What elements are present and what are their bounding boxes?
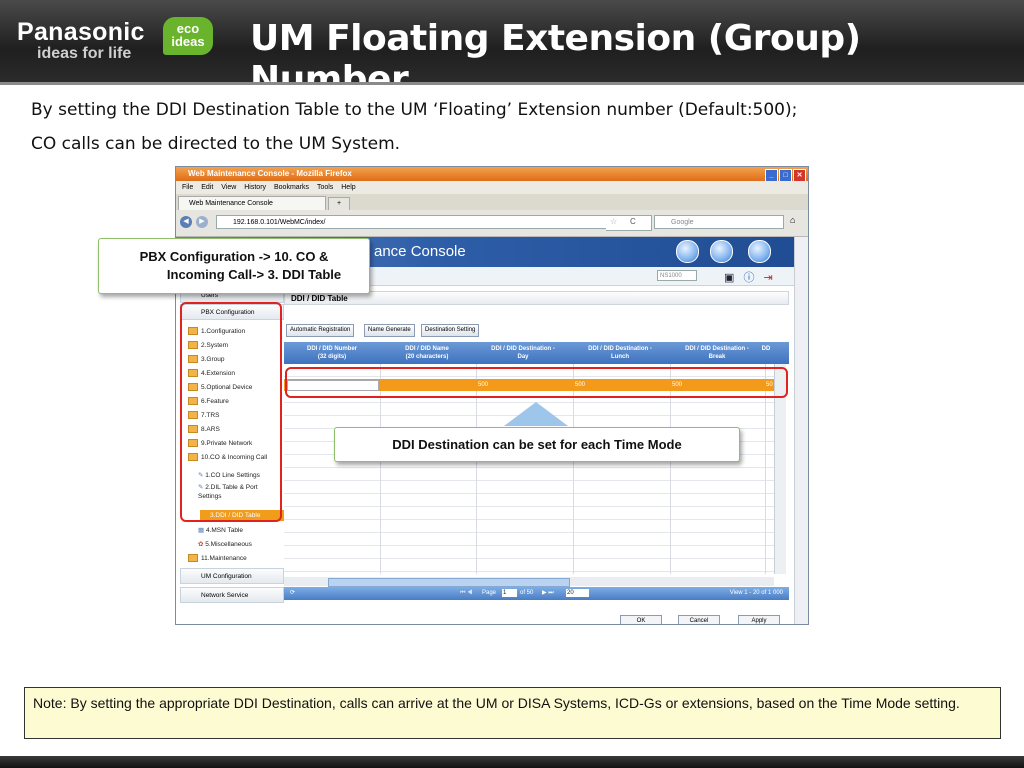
app-title: ance Console xyxy=(374,243,466,260)
next-page-icon[interactable]: ▶ ⏭ xyxy=(542,587,554,600)
sidebar-highlight xyxy=(180,302,282,522)
browser-menu-bar: File Edit View History Bookmarks Tools H… xyxy=(176,181,808,194)
column-subtitle: Break xyxy=(708,354,726,360)
column-title: DDI / DID Name xyxy=(405,346,449,352)
column-subtitle: (20 characters) xyxy=(405,354,449,360)
brand-tagline: ideas for life xyxy=(37,45,132,62)
slide-footer xyxy=(0,756,1024,768)
cancel-button[interactable]: Cancel xyxy=(678,615,720,624)
callout-line-2: Incoming Call-> 3. DDI Table xyxy=(166,267,342,282)
sidebar-network-service[interactable]: Network Service xyxy=(180,587,284,603)
url-bar[interactable]: 192.168.0.101/WebMC/index/ xyxy=(216,215,641,229)
sidebar-um-configuration[interactable]: UM Configuration xyxy=(180,568,284,584)
intro-line-2: CO calls can be directed to the UM Syste… xyxy=(31,134,401,154)
page-input[interactable]: 1 xyxy=(502,589,517,597)
column-subtitle: Lunch xyxy=(611,354,629,360)
sidebar-item-maintenance[interactable]: 11.Maintenance xyxy=(188,552,247,565)
table-icon: ▦ xyxy=(198,527,206,534)
column-title: DDI / DID Destination - xyxy=(588,346,652,352)
home-icon[interactable]: ⌂ xyxy=(790,215,795,225)
refresh-icon[interactable]: ⟳ xyxy=(290,587,295,600)
per-page-select[interactable]: 20 xyxy=(566,589,589,597)
home-circle-icon[interactable] xyxy=(676,240,699,263)
intro-line-1: By setting the DDI Destination Table to … xyxy=(31,100,798,120)
callout-line-1: PBX Configuration -> 10. CO & xyxy=(139,249,329,264)
pbx-path-callout: PBX Configuration -> 10. CO & Incoming C… xyxy=(98,238,370,294)
window-title: Web Maintenance Console - Mozilla Firefo… xyxy=(188,169,352,178)
up-arrow-icon xyxy=(504,402,568,426)
automatic-registration-button[interactable]: Automatic Registration xyxy=(286,324,355,337)
view-count: View 1 - 20 of 1 000 xyxy=(729,590,783,596)
column-title: DD xyxy=(761,346,771,352)
sidebar-item-label: 11.Maintenance xyxy=(201,555,247,562)
slide-title: UM Floating Extension (Group) Number xyxy=(250,18,861,100)
time-mode-callout: DDI Destination can be set for each Time… xyxy=(334,427,740,462)
scroll-thumb[interactable] xyxy=(328,578,570,587)
column-header[interactable]: DDI / DID Name (20 characters) xyxy=(382,345,472,361)
back-icon[interactable]: ◀ xyxy=(180,216,192,228)
eco-label: eco xyxy=(176,21,200,36)
save-icon[interactable]: ▣ xyxy=(724,272,734,284)
sidebar-sub-msn-table[interactable]: ▦ 4.MSN Table xyxy=(198,524,243,537)
table-horizontal-scrollbar[interactable] xyxy=(284,577,774,587)
ok-button[interactable]: OK xyxy=(620,615,662,624)
browser-title-bar: Web Maintenance Console - Mozilla Firefo… xyxy=(176,167,808,182)
column-header[interactable]: DDI / DID Number (32 digits) xyxy=(287,345,377,361)
page-total: of 50 xyxy=(520,590,534,596)
folder-icon xyxy=(188,554,198,563)
sidebar-sub-label: 4.MSN Table xyxy=(205,527,244,534)
column-header[interactable]: DDI / DID Destination - Day xyxy=(478,345,568,361)
star-icon[interactable]: ☆ xyxy=(610,217,617,226)
slide-header: Panasonic ideas for life eco ideas UM Fl… xyxy=(0,0,1024,100)
menu-view[interactable]: View xyxy=(221,184,236,191)
name-generate-button[interactable]: Name Generate xyxy=(364,324,415,337)
column-title: DDI / DID Number xyxy=(306,346,357,352)
new-tab-button[interactable]: + xyxy=(328,197,350,211)
reload-icon[interactable]: C xyxy=(630,217,636,226)
eco-ideas-logo: eco ideas xyxy=(163,17,213,55)
forward-icon[interactable]: ▶ xyxy=(196,216,208,228)
menu-tools[interactable]: Tools xyxy=(317,184,333,191)
menu-help[interactable]: Help xyxy=(341,184,355,191)
browser-nav-bar: ◀ ▶ 192.168.0.101/WebMC/index/ ☆ C Google… xyxy=(176,210,808,237)
page-label: Page xyxy=(482,590,497,596)
upload-circle-icon[interactable] xyxy=(748,240,771,263)
menu-history[interactable]: History xyxy=(244,184,266,191)
browser-tab[interactable]: Web Maintenance Console xyxy=(178,196,326,210)
tools-circle-icon[interactable] xyxy=(710,240,733,263)
destination-setting-button[interactable]: Destination Setting xyxy=(421,324,480,337)
pagination-bar: ⟳ ⏮ ◀ Page 1 of 50 ▶ ⏭ 20 View 1 - 20 of… xyxy=(284,587,789,600)
column-subtitle: (32 digits) xyxy=(317,354,347,360)
sidebar-sub-label: 5.Miscellaneous xyxy=(205,541,252,548)
browser-tab-strip: Web Maintenance Console + xyxy=(176,194,808,211)
search-input[interactable]: Google xyxy=(654,215,784,229)
site-select[interactable]: NS1000 xyxy=(657,270,697,281)
menu-bookmarks[interactable]: Bookmarks xyxy=(274,184,309,191)
menu-file[interactable]: File xyxy=(182,184,193,191)
sidebar-sub-miscellaneous[interactable]: ✿ 5.Miscellaneous xyxy=(198,538,252,551)
column-subtitle: Day xyxy=(517,354,529,360)
apply-button[interactable]: Apply xyxy=(738,615,780,624)
note-box: Note: By setting the appropriate DDI Des… xyxy=(24,687,1001,739)
column-header[interactable]: DD xyxy=(746,345,786,353)
column-header[interactable]: DDI / DID Destination - Lunch xyxy=(575,345,665,361)
url-bar-actions[interactable]: ☆ C xyxy=(606,215,652,231)
column-title: DDI / DID Destination - xyxy=(491,346,555,352)
brand-logo: Panasonic xyxy=(17,18,145,46)
first-page-icon[interactable]: ⏮ ◀ xyxy=(460,587,472,600)
logout-icon[interactable]: ⇥ xyxy=(764,272,773,284)
menu-edit[interactable]: Edit xyxy=(201,184,213,191)
row-highlight xyxy=(285,367,788,398)
page-vertical-scrollbar[interactable] xyxy=(794,237,808,624)
ideas-label: ideas xyxy=(171,34,205,49)
header-divider xyxy=(0,82,1024,85)
table-header: DDI / DID Number (32 digits) DDI / DID Na… xyxy=(284,342,789,364)
info-icon[interactable]: ⓘ xyxy=(743,272,754,284)
